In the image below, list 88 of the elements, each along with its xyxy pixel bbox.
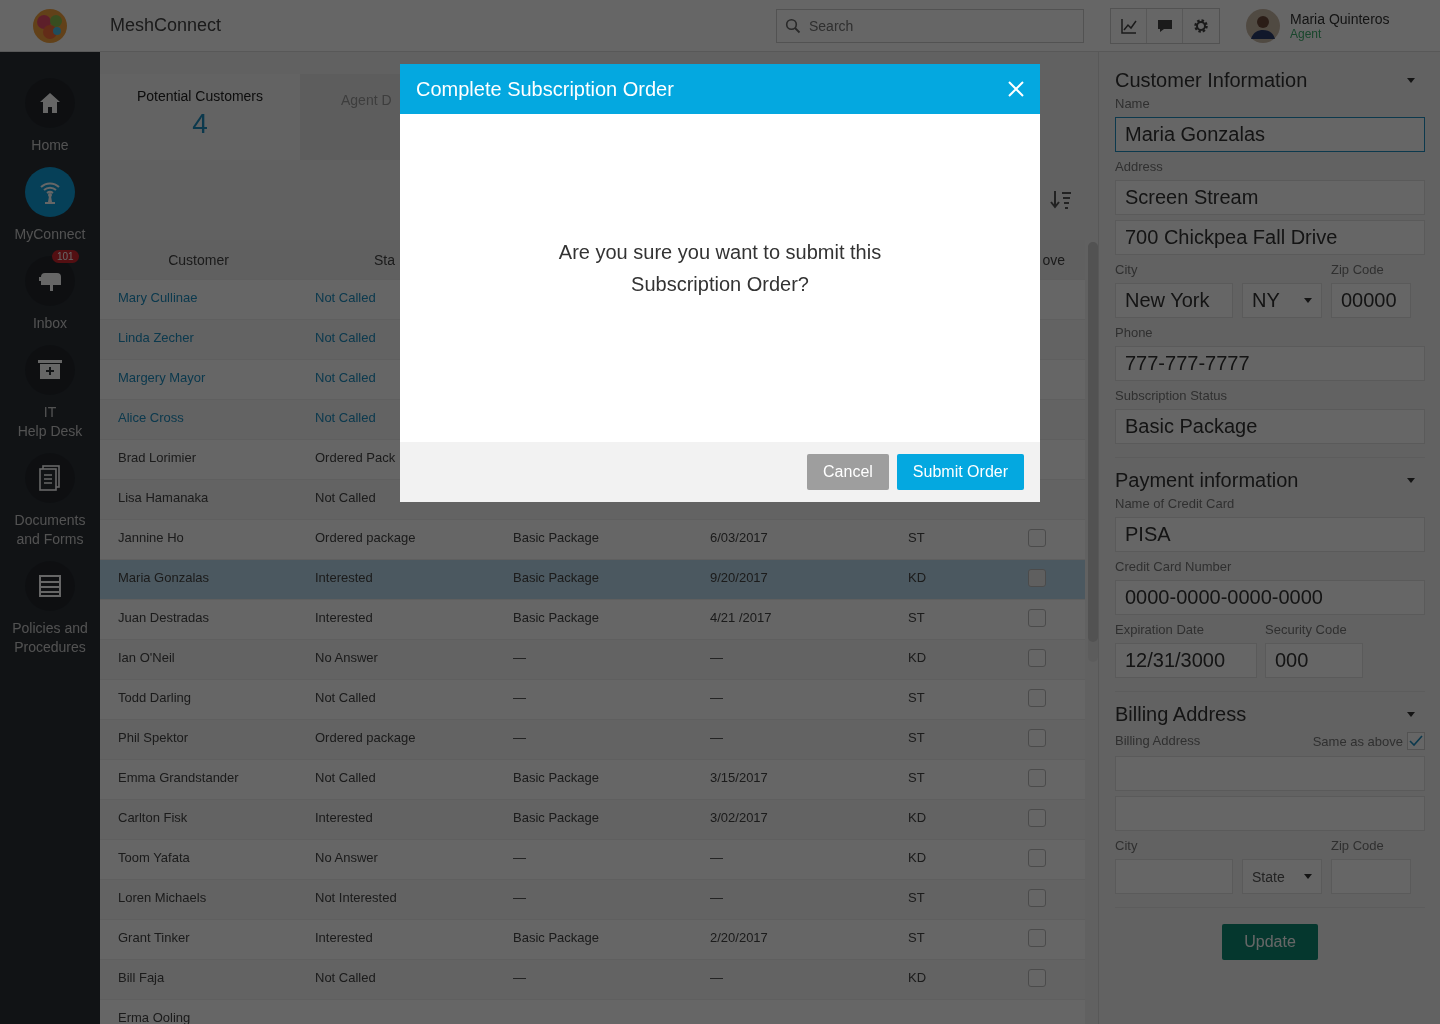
table-cell-text: — <box>512 731 527 744</box>
table-cell-text: Not Interested <box>314 891 398 904</box>
table-cell-text: KD <box>907 651 928 664</box>
table-cell-text: Not Called <box>314 371 377 384</box>
table-cell-text: Ordered Pack <box>314 451 397 464</box>
table-cell-text: Not Called <box>314 691 377 704</box>
nav-label: Policies and Procedures <box>11 619 89 657</box>
nav-label: Inbox <box>31 314 69 333</box>
table-cell-text: — <box>709 851 724 864</box>
table-cell-text: Not Called <box>314 971 377 984</box>
app-name: MeshConnect <box>110 15 222 36</box>
dialog-title: Complete Subscription Order <box>416 77 674 101</box>
user-role: Agent <box>1290 26 1323 41</box>
table-cell-text: 2/20/2017 <box>709 931 769 944</box>
table-cell-text: ST <box>907 891 926 904</box>
section-title: Customer Information <box>1115 68 1308 92</box>
table-cell-text: — <box>512 651 527 664</box>
table-cell-text: 4/21 /2017 <box>709 611 773 624</box>
table-cell-text: No Answer <box>314 851 379 864</box>
table-cell-text: Maria Gonzalas <box>117 571 211 584</box>
table-cell-text: Basic Package <box>512 931 600 944</box>
table-cell-text: Not Called <box>314 771 377 784</box>
notification-badge: 101 <box>52 250 79 263</box>
table-cell-text: Ordered package <box>314 731 417 744</box>
table-cell-text: No Answer <box>314 651 379 664</box>
table-cell-text: Brad Lorimier <box>117 451 198 464</box>
table-cell-text: Not Called <box>314 411 377 424</box>
table-cell-text: Not Called <box>314 291 377 304</box>
table-cell-text: Basic Package <box>512 811 600 824</box>
table-cell-text: ST <box>907 731 926 744</box>
table-cell-text: Toom Yafata <box>117 851 191 864</box>
nav-label: IT Help Desk <box>16 403 84 441</box>
table-cell-text: KD <box>907 811 928 824</box>
table-cell-text: Interested <box>314 811 374 824</box>
table-cell-text: Jannine Ho <box>117 531 185 544</box>
table-cell-text: 3/15/2017 <box>709 771 769 784</box>
table-cell-text: Interested <box>314 611 374 624</box>
dialog-message: Are you sure you want to submit this Subscription Order? <box>557 240 883 297</box>
section-title: Billing Address <box>1115 702 1247 726</box>
table-cell-text: Bill Faja <box>117 971 166 984</box>
nav-label: MyConnect <box>13 225 87 244</box>
table-cell-text: — <box>512 851 527 864</box>
nav-label: Documents and Forms <box>13 511 87 549</box>
table-cell-text: Not Called <box>314 491 377 504</box>
table-cell-text: — <box>709 651 724 664</box>
table-cell-text: Ordered package <box>314 531 417 544</box>
table-cell-text: — <box>709 971 724 984</box>
table-cell-text: — <box>709 891 724 904</box>
table-cell-text: Basic Package <box>512 611 600 624</box>
table-cell-text: ST <box>907 931 926 944</box>
table-cell-text: — <box>512 971 527 984</box>
table-cell-text: Phil Spektor <box>117 731 190 744</box>
table-cell-text: KD <box>907 971 928 984</box>
table-cell-text: Grant Tinker <box>117 931 191 944</box>
table-cell-text: ST <box>907 691 926 704</box>
table-cell-text: Linda Zecher <box>117 331 195 344</box>
table-cell-text: Juan Destradas <box>117 611 211 624</box>
table-cell-text: Basic Package <box>512 771 600 784</box>
table-cell-text: KD <box>907 571 928 584</box>
table-cell-text: ST <box>907 611 926 624</box>
table-cell-text: ST <box>907 771 926 784</box>
table-cell-text: Todd Darling <box>117 691 192 704</box>
table-cell-text: Carlton Fisk <box>117 811 189 824</box>
section-title: Payment information <box>1115 468 1299 492</box>
table-cell-text: KD <box>907 851 928 864</box>
table-cell-text: Interested <box>314 571 374 584</box>
table-cell-text: Loren Michaels <box>117 891 208 904</box>
table-cell-text: Alice Cross <box>117 411 185 424</box>
table-cell-text: Not Called <box>314 331 377 344</box>
table-cell-text: Basic Package <box>512 531 600 544</box>
nav-label: Home <box>30 136 70 155</box>
table-cell-text: — <box>512 691 527 704</box>
table-cell-text: Basic Package <box>512 571 600 584</box>
table-cell-text: Erma Ooling <box>117 1011 192 1024</box>
table-cell-text: Margery Mayor <box>117 371 207 384</box>
table-cell-text: — <box>709 691 724 704</box>
table-cell-text: Lisa Hamanaka <box>117 491 210 504</box>
table-cell-text: Emma Grandstander <box>117 771 240 784</box>
table-cell-text: ST <box>907 531 926 544</box>
table-cell-text: 3/02/2017 <box>709 811 769 824</box>
user-name: Maria Quinteros <box>1290 10 1391 27</box>
table-cell-text: Mary Cullinae <box>117 291 199 304</box>
table-cell-text: 6/03/2017 <box>709 531 769 544</box>
table-cell-text: Interested <box>314 931 374 944</box>
table-cell-text: — <box>512 891 527 904</box>
table-cell-text: — <box>709 731 724 744</box>
table-cell-text: Ian O'Neil <box>117 651 176 664</box>
table-cell-text: 9/20/2017 <box>709 571 769 584</box>
